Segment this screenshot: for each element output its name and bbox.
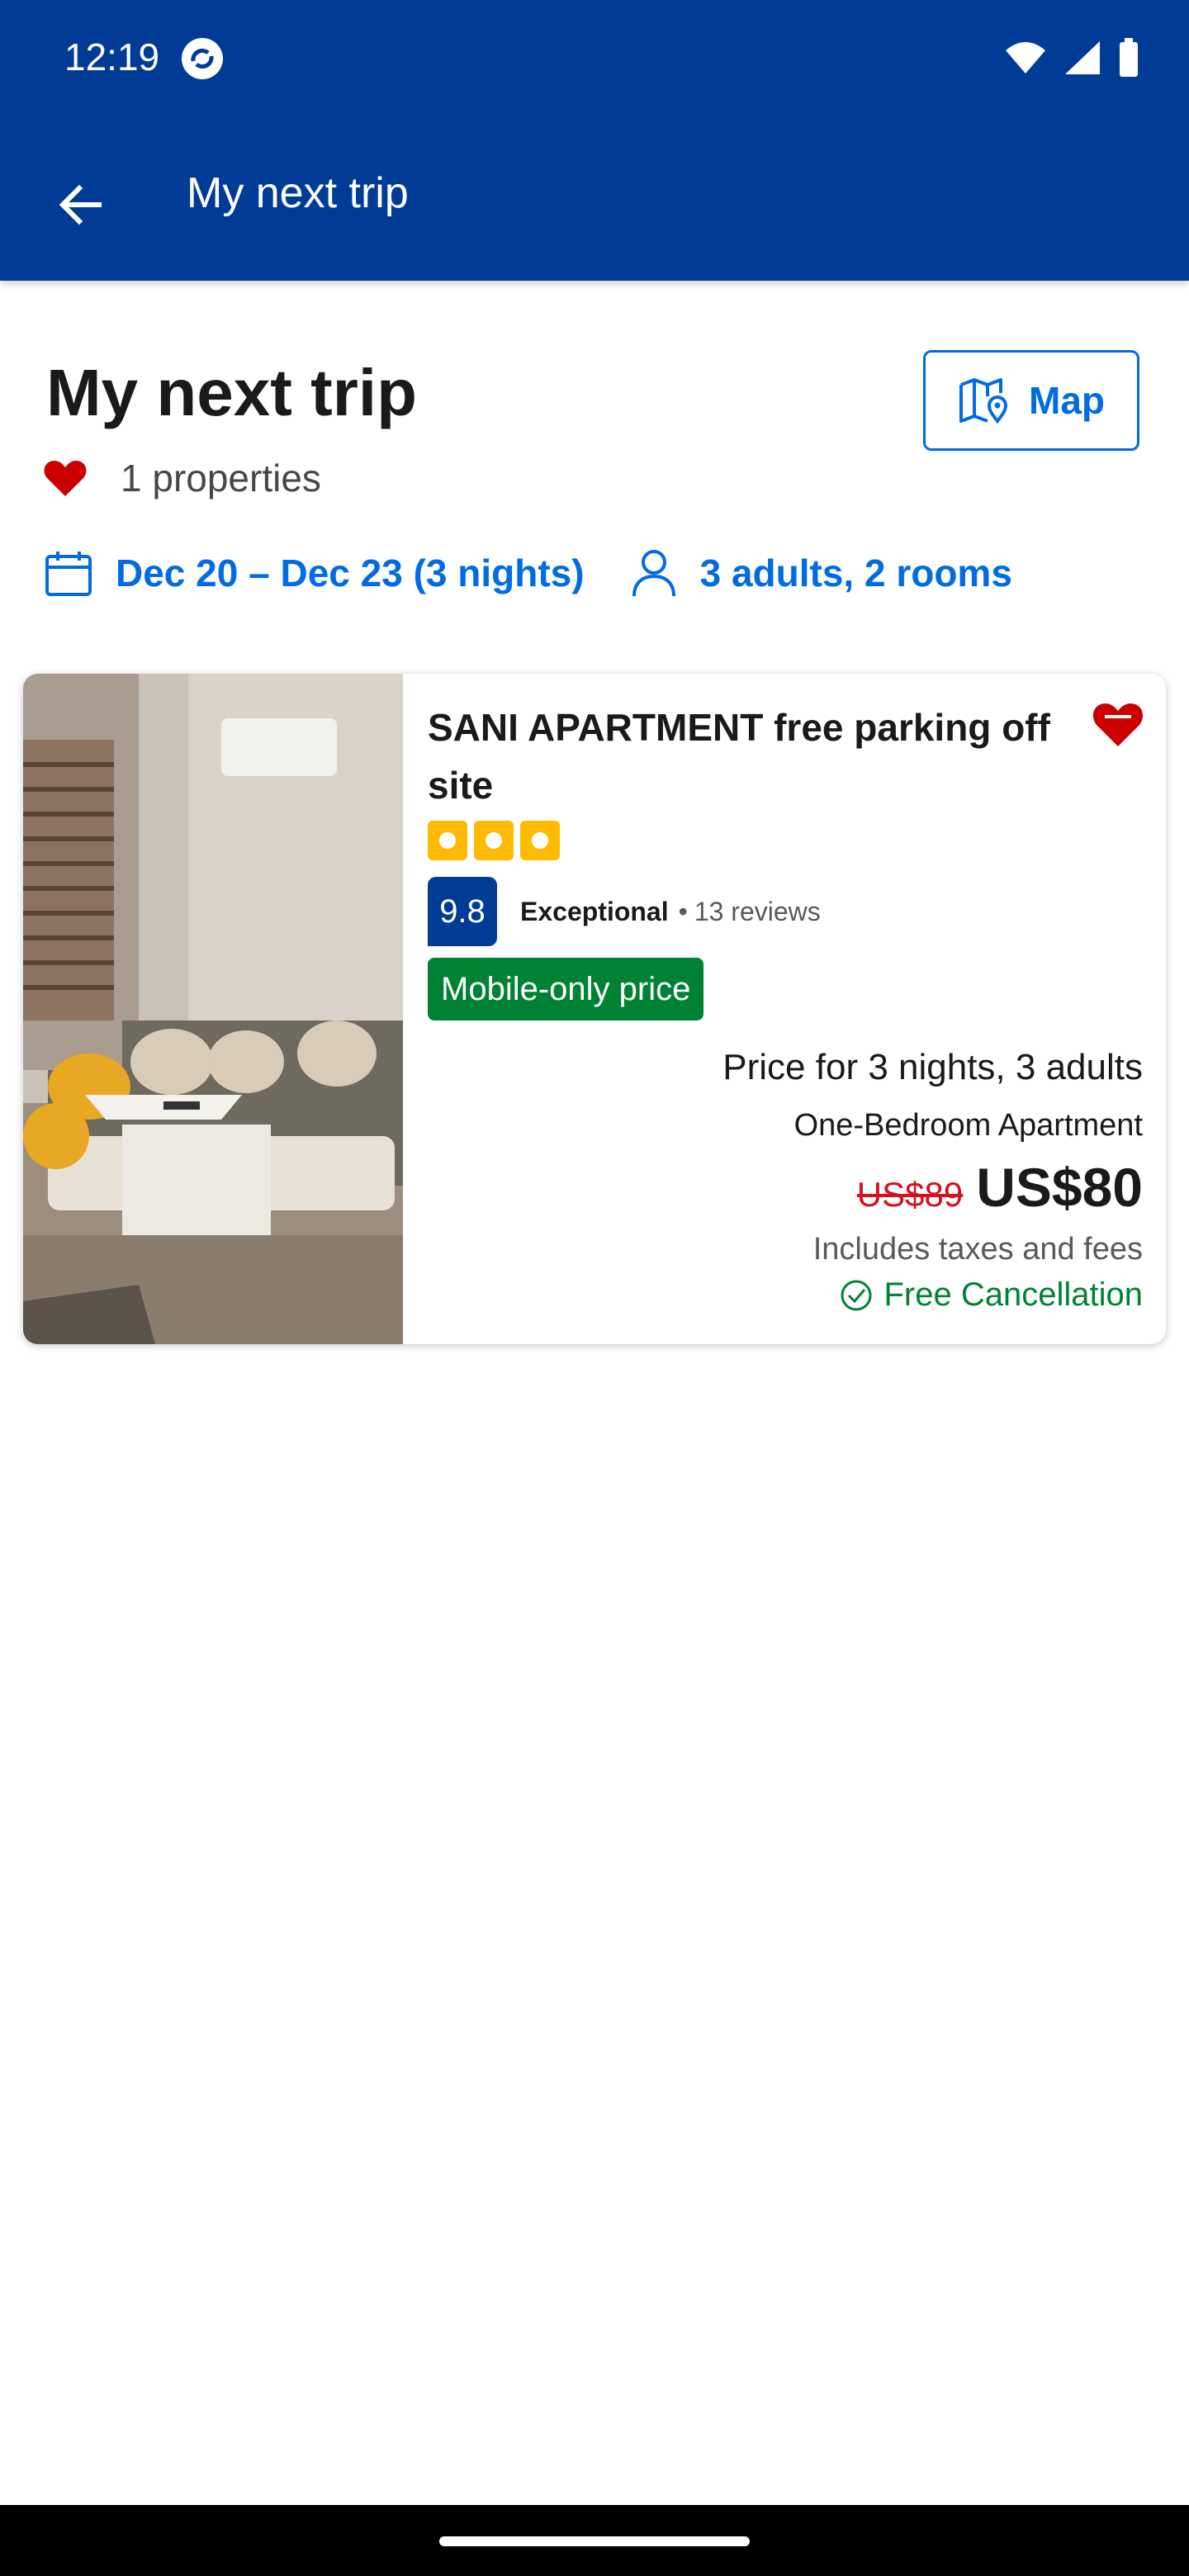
saved-heart-button[interactable] xyxy=(1092,700,1144,748)
price-for-label: Price for 3 nights, 3 adults xyxy=(722,1047,1143,1087)
property-details: SANI APARTMENT free parking off site 9.8… xyxy=(403,674,1166,1344)
taxes-note: Includes taxes and fees xyxy=(812,1232,1143,1267)
star-rating xyxy=(428,821,560,860)
page-title: My next trip xyxy=(46,356,417,429)
calendar-icon xyxy=(45,552,92,596)
status-bar: 12:19 xyxy=(0,0,1189,121)
map-button-label: Map xyxy=(1029,379,1105,422)
review-count: 13 reviews xyxy=(694,896,821,926)
free-cancellation: Free Cancellation xyxy=(840,1276,1144,1314)
review-score-badge: 9.8 xyxy=(428,877,497,946)
cellular-signal-icon xyxy=(1065,41,1100,74)
review-score-row: 9.8 Exceptional • 13 reviews xyxy=(428,877,821,946)
star-icon xyxy=(474,821,514,860)
deal-badge: Mobile-only price xyxy=(428,958,704,1020)
dates-filter-label: Dec 20 – Dec 23 (3 nights) xyxy=(116,552,585,594)
heart-filled-icon xyxy=(44,461,87,496)
system-navigation-bar xyxy=(0,2505,1189,2576)
map-icon xyxy=(959,378,1008,424)
guests-filter-label: 3 adults, 2 rooms xyxy=(699,552,1012,594)
booking-app-icon xyxy=(182,38,223,79)
room-type: One-Bedroom Apartment xyxy=(793,1108,1143,1143)
back-button[interactable] xyxy=(48,172,114,238)
map-button[interactable]: Map xyxy=(923,350,1139,451)
status-icons xyxy=(1004,38,1139,78)
free-cancellation-label: Free Cancellation xyxy=(883,1276,1144,1313)
status-time: 12:19 xyxy=(64,36,160,78)
check-circle-icon xyxy=(841,1280,871,1310)
guests-filter[interactable]: 3 adults, 2 rooms xyxy=(631,548,1012,598)
star-icon xyxy=(428,821,467,860)
home-gesture-handle[interactable] xyxy=(439,2536,750,2546)
original-price: US$89 xyxy=(856,1175,964,1214)
price-row: US$89 US$80 xyxy=(857,1156,1143,1219)
properties-count: 1 properties xyxy=(121,457,321,500)
battery-icon xyxy=(1120,38,1138,77)
app-bar-title: My next trip xyxy=(187,169,409,217)
current-price: US$80 xyxy=(976,1157,1143,1218)
star-icon xyxy=(520,821,560,860)
property-card[interactable]: SANI APARTMENT free parking off site 9.8… xyxy=(23,674,1166,1344)
separator-dot: • xyxy=(678,896,688,926)
app-bar: My next trip xyxy=(0,121,1189,281)
review-score-label: Exceptional xyxy=(520,896,669,926)
property-name[interactable]: SANI APARTMENT free parking off site xyxy=(428,698,1080,814)
trip-filters: Dec 20 – Dec 23 (3 nights) 3 adults, 2 r… xyxy=(45,548,1012,598)
wifi-icon xyxy=(1006,42,1045,73)
property-photo[interactable] xyxy=(23,674,403,1344)
person-icon xyxy=(632,550,675,597)
dates-filter[interactable]: Dec 20 – Dec 23 (3 nights) xyxy=(45,549,585,597)
properties-count-row: 1 properties xyxy=(43,456,321,500)
